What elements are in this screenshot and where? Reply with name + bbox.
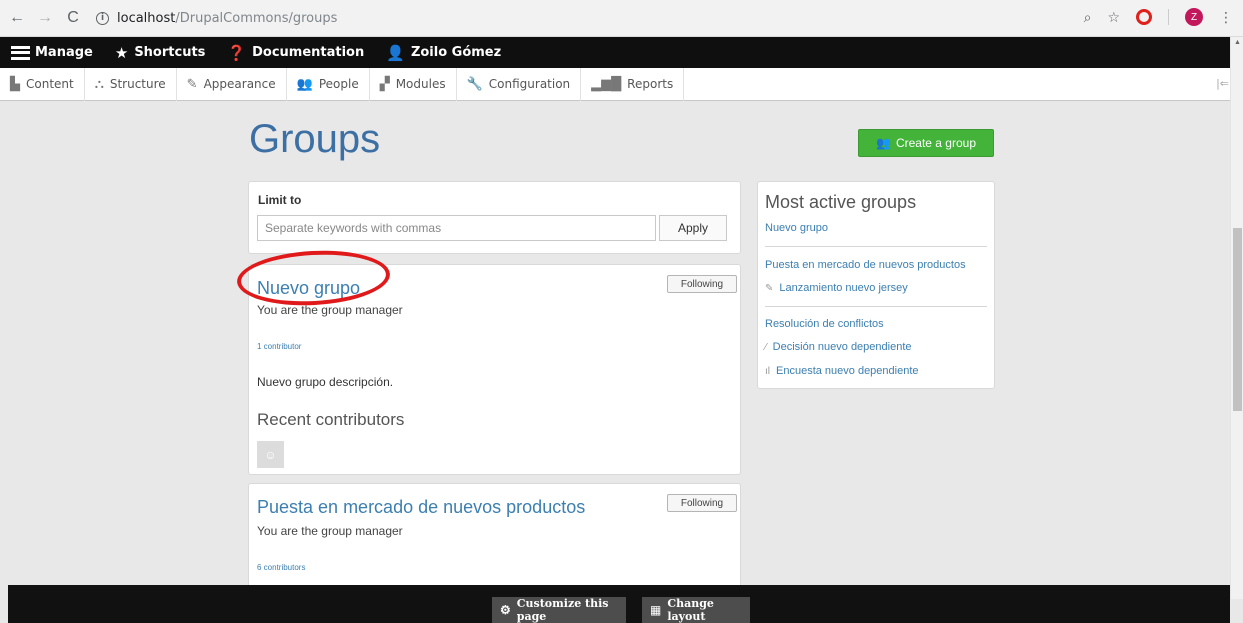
divider <box>765 306 987 307</box>
admin-menu-tray: ▙ Content ⛬ Structure ✎ Appearance 👥 People … <box>0 67 1243 101</box>
manager-status: You are the group manager <box>257 524 403 538</box>
menu-item-label: Configuration <box>488 77 571 91</box>
menu-item-reports[interactable]: ▂▆█ Reports <box>581 67 685 101</box>
settings-tray: ⚙ Customize this page ▦ Change layout <box>8 585 1230 623</box>
change-layout-label: Change layout <box>667 597 714 623</box>
toolbar-shortcuts[interactable]: ★ Shortcuts <box>104 37 217 68</box>
toolbar-manage-label: Manage <box>35 45 93 60</box>
url-host: localhost <box>117 10 176 26</box>
forward-arrow-icon[interactable]: → <box>34 7 56 29</box>
people-icon: 👥 <box>296 76 313 92</box>
help-icon: ❓ <box>227 43 247 62</box>
zoom-icon[interactable]: ⌕ <box>1084 9 1092 26</box>
page-title: Groups <box>249 117 381 161</box>
manager-status: You are the group manager <box>257 303 403 317</box>
browser-bar: ← → C i localhost/DrupalCommons/groups ⌕… <box>0 0 1243 37</box>
create-group-button[interactable]: 👥 Create a group <box>858 129 994 157</box>
most-active-groups-block: Most active groups Nuevo grupo Puesta en… <box>757 181 995 389</box>
wrench-icon: 🔧 <box>466 76 483 92</box>
customize-page-button[interactable]: ⚙ Customize this page <box>492 597 626 623</box>
following-button[interactable]: Following <box>667 275 737 293</box>
browser-actions: ⌕ ☆ Z ⋮ <box>1084 8 1233 26</box>
poll-icon: ıl <box>765 365 770 377</box>
group-card: Puesta en mercado de nuevos productos Fo… <box>248 483 741 593</box>
edit-icon: ✎ <box>765 282 774 294</box>
bookmark-star-icon[interactable]: ☆ <box>1107 9 1120 26</box>
browser-menu-icon[interactable]: ⋮ <box>1219 9 1233 26</box>
group-content-label: Decisión nuevo dependiente <box>772 341 912 353</box>
contributor-avatar[interactable]: ☺ <box>257 441 284 468</box>
toolbar-documentation[interactable]: ❓ Documentation <box>216 37 375 68</box>
group-content-link[interactable]: ⁄ Decisión nuevo dependiente <box>765 341 912 353</box>
menu-item-appearance[interactable]: ✎ Appearance <box>177 67 287 101</box>
add-user-icon: 👥 <box>875 136 891 150</box>
toolbar-user[interactable]: 👤 Zoilo Gómez <box>375 37 512 68</box>
group-title-link[interactable]: Puesta en mercado de nuevos productos <box>257 497 585 518</box>
divider <box>765 246 987 247</box>
menu-item-people[interactable]: 👥 People <box>287 67 370 101</box>
layout-icon: ▦ <box>650 603 662 617</box>
filter-card: Limit to Apply <box>248 181 741 254</box>
toolbar-documentation-label: Documentation <box>252 45 365 60</box>
menu-item-label: Structure <box>109 77 166 91</box>
menu-item-label: Modules <box>395 77 446 91</box>
most-active-groups-title: Most active groups <box>765 192 917 212</box>
group-card: Nuevo grupo Following You are the group … <box>248 264 741 475</box>
menu-item-content[interactable]: ▙ Content <box>0 67 85 101</box>
divider <box>1168 9 1169 25</box>
menu-item-label: Appearance <box>203 77 276 91</box>
contributors-link[interactable]: 6 contributors <box>257 563 305 572</box>
active-group-link[interactable]: Resolución de conflictos <box>765 318 884 330</box>
sitemap-icon: ⛬ <box>94 76 104 92</box>
group-content-link[interactable]: ✎ Lanzamiento nuevo jersey <box>765 282 908 294</box>
customize-page-label: Customize this page <box>516 597 609 623</box>
change-layout-button[interactable]: ▦ Change layout <box>642 597 750 623</box>
paintbrush-icon: ✎ <box>186 76 198 92</box>
keywords-input[interactable] <box>257 215 656 241</box>
group-content-label: Lanzamiento nuevo jersey <box>779 282 908 294</box>
page-icon: ▙ <box>10 76 20 92</box>
active-group-link[interactable]: Nuevo grupo <box>765 222 828 234</box>
group-title-link[interactable]: Nuevo grupo <box>257 278 360 299</box>
recent-contributors-heading: Recent contributors <box>257 410 405 429</box>
menu-item-label: Reports <box>627 77 674 91</box>
back-arrow-icon[interactable]: ← <box>6 7 28 29</box>
url-path: /DrupalCommons/groups <box>175 10 338 26</box>
pencil-icon: ⁄ <box>765 341 767 353</box>
user-icon: 👤 <box>386 43 405 62</box>
admin-toolbar: Manage ★ Shortcuts ❓ Documentation 👤 Zoi… <box>0 37 1243 68</box>
active-group-link[interactable]: Puesta en mercado de nuevos productos <box>765 259 966 271</box>
toolbar-shortcuts-label: Shortcuts <box>134 45 206 60</box>
gear-icon: ⚙ <box>500 603 511 617</box>
hamburger-icon <box>11 45 30 60</box>
group-content-label: Encuesta nuevo dependiente <box>776 365 919 377</box>
page-scrollbar[interactable]: ▲ <box>1230 37 1243 599</box>
toolbar-user-label: Zoilo Gómez <box>410 45 502 60</box>
following-button[interactable]: Following <box>667 494 737 512</box>
create-group-label: Create a group <box>895 136 976 150</box>
toolbar-manage[interactable]: Manage <box>0 37 104 68</box>
scrollbar-thumb[interactable] <box>1233 228 1242 411</box>
menu-item-configuration[interactable]: 🔧 Configuration <box>457 67 582 101</box>
star-icon: ★ <box>114 43 129 62</box>
contributors-link[interactable]: 1 contributor <box>257 342 301 351</box>
menu-item-label: People <box>318 77 359 91</box>
puzzle-icon: ▞ <box>379 76 390 92</box>
group-content-link[interactable]: ıl Encuesta nuevo dependiente <box>765 365 919 377</box>
opera-icon[interactable] <box>1136 9 1152 25</box>
info-icon[interactable]: i <box>96 11 109 25</box>
reload-icon[interactable]: C <box>62 7 84 29</box>
profile-avatar[interactable]: Z <box>1185 8 1203 26</box>
menu-item-label: Content <box>26 77 74 91</box>
tray-orientation-toggle-icon[interactable]: |⇐ <box>1216 77 1229 90</box>
menu-item-structure[interactable]: ⛬ Structure <box>85 67 177 101</box>
limit-to-label: Limit to <box>258 193 302 207</box>
group-description: Nuevo grupo descripción. <box>257 375 394 389</box>
apply-button[interactable]: Apply <box>659 215 727 241</box>
scroll-up-arrow-icon[interactable]: ▲ <box>1234 39 1241 46</box>
menu-item-modules[interactable]: ▞ Modules <box>370 67 457 101</box>
bar-chart-icon: ▂▆█ <box>591 76 622 92</box>
address-bar[interactable]: i localhost/DrupalCommons/groups <box>96 11 337 26</box>
